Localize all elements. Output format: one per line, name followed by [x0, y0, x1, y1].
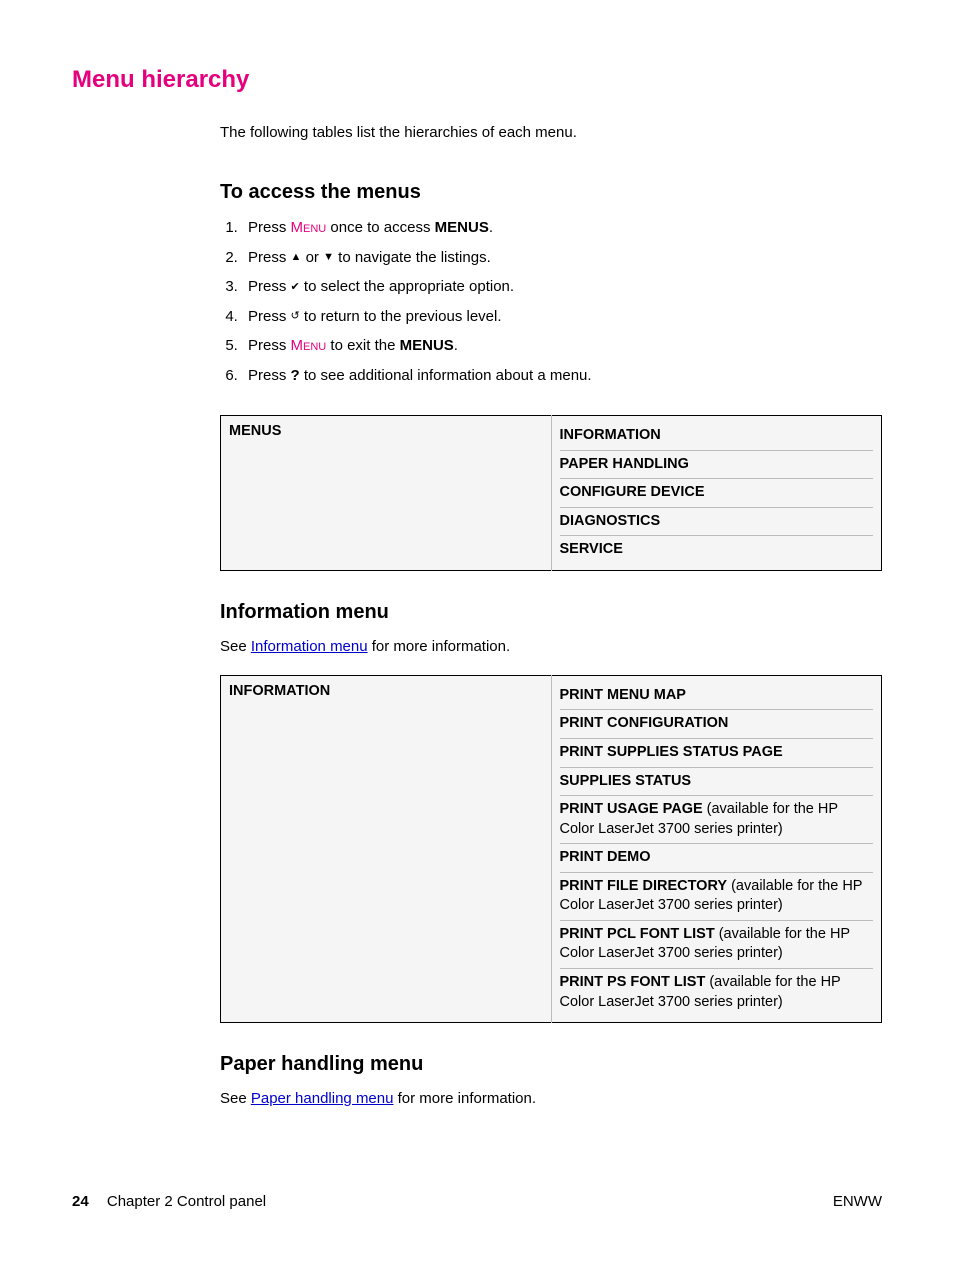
item-label: PRINT SUPPLIES STATUS PAGE	[560, 744, 783, 760]
menus-table: MENUS INFORMATION PAPER HANDLING CONFIGURE…	[220, 415, 882, 571]
access-steps-list: Press Menu once to access MENUS. Press ▲…	[220, 218, 882, 385]
item-label: PRINT CONFIGURATION	[560, 715, 729, 731]
see-paragraph: See Paper handling menu for more informa…	[220, 1090, 882, 1107]
information-menu-link[interactable]: Information menu	[251, 638, 368, 655]
question-icon: ?	[291, 367, 300, 384]
table-row: INFORMATION	[560, 422, 874, 451]
item-label: PAPER HANDLING	[560, 456, 689, 472]
table-row: SERVICE	[560, 536, 874, 564]
item-label: INFORMATION	[560, 427, 661, 443]
menu-key: Menu	[291, 219, 327, 236]
item-label: SERVICE	[560, 541, 623, 557]
table-left-header: MENUS	[221, 416, 552, 571]
item-label: DIAGNOSTICS	[560, 513, 661, 529]
back-arrow-icon: ↺	[291, 309, 300, 323]
table-row: PRINT USAGE PAGE (available for the HP C…	[560, 796, 874, 844]
item-label: PRINT PCL FONT LIST	[560, 926, 715, 942]
table-right-col: PRINT MENU MAP PRINT CONFIGURATION PRINT S…	[551, 675, 882, 1022]
paper-handling-menu-link[interactable]: Paper handling menu	[251, 1090, 394, 1107]
section-heading-paper-handling: Paper handling menu	[220, 1053, 882, 1076]
item-label: PRINT PS FONT LIST	[560, 974, 706, 990]
intro-text: The following tables list the hierarchie…	[220, 124, 882, 141]
arrow-up-icon: ▲	[291, 250, 302, 264]
arrow-down-icon: ▼	[323, 250, 334, 264]
information-table: INFORMATION PRINT MENU MAP PRINT CONFIGUR…	[220, 675, 882, 1023]
table-row: SUPPLIES STATUS	[560, 768, 874, 797]
table-row: PAPER HANDLING	[560, 451, 874, 480]
table-row: PRINT SUPPLIES STATUS PAGE	[560, 739, 874, 768]
table-row: CONFIGURE DEVICE	[560, 479, 874, 508]
item-label: CONFIGURE DEVICE	[560, 484, 705, 500]
list-item: Press ↺ to return to the previous level.	[242, 307, 882, 327]
page-number: 24	[72, 1193, 89, 1210]
see-paragraph: See Information menu for more informatio…	[220, 638, 882, 655]
list-item: Press Menu to exit the MENUS.	[242, 336, 882, 356]
table-row: PRINT PCL FONT LIST (available for the H…	[560, 921, 874, 969]
list-item: Press ▲ or ▼ to navigate the listings.	[242, 248, 882, 268]
item-label: PRINT MENU MAP	[560, 687, 686, 703]
table-row: PRINT CONFIGURATION	[560, 710, 874, 739]
list-item: Press ? to see additional information ab…	[242, 366, 882, 386]
list-item: Press ✔ to select the appropriate option…	[242, 277, 882, 297]
list-item: Press Menu once to access MENUS.	[242, 218, 882, 238]
item-label: SUPPLIES STATUS	[560, 773, 692, 789]
table-row: PRINT FILE DIRECTORY (available for the …	[560, 873, 874, 921]
table-row: PRINT PS FONT LIST (available for the HP…	[560, 969, 874, 1016]
item-label: PRINT DEMO	[560, 849, 651, 865]
table-row: PRINT DEMO	[560, 844, 874, 873]
check-icon: ✔	[291, 280, 300, 294]
table-row: DIAGNOSTICS	[560, 508, 874, 537]
menu-key: Menu	[291, 337, 327, 354]
table-row: PRINT MENU MAP	[560, 682, 874, 711]
section-heading-information: Information menu	[220, 601, 882, 624]
section-heading-access: To access the menus	[220, 181, 882, 204]
chapter-label: Chapter 2 Control panel	[107, 1193, 266, 1210]
page-footer: 24 Chapter 2 Control panel ENWW	[72, 1193, 882, 1210]
table-right-col: INFORMATION PAPER HANDLING CONFIGURE DEVIC…	[551, 416, 882, 571]
footer-right: ENWW	[833, 1193, 882, 1210]
table-left-header: INFORMATION	[221, 675, 552, 1022]
item-label: PRINT USAGE PAGE	[560, 801, 703, 817]
page-title: Menu hierarchy	[72, 66, 882, 94]
item-label: PRINT FILE DIRECTORY	[560, 878, 728, 894]
